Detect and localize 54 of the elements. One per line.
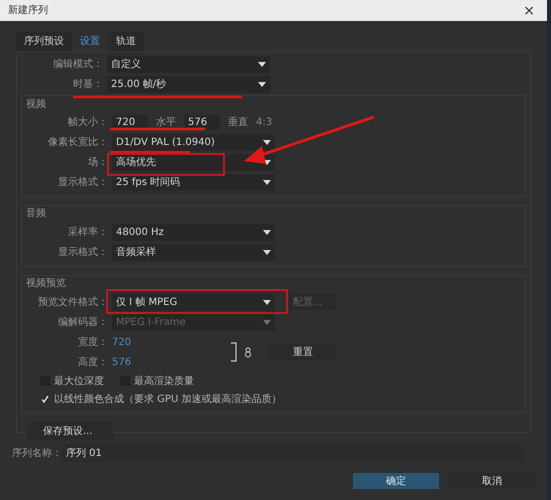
field-label: 水平 <box>155 116 177 130</box>
close-button[interactable]: × <box>523 4 535 18</box>
field-label: 场： <box>88 156 108 168</box>
field-label: 显示格式： <box>58 176 108 188</box>
tab[interactable]: 轨道 <box>108 31 144 51</box>
caret-icon <box>263 230 271 234</box>
bracket-icon <box>231 342 238 362</box>
dropdown[interactable]: 音频采样 <box>112 244 275 260</box>
field-label: 时基： <box>73 78 103 90</box>
dropdown[interactable]: 自定义 <box>107 56 270 72</box>
dropdown[interactable]: 仅 I 帧 MPEG <box>112 294 275 310</box>
dropdown[interactable]: 25.00 帧/秒 <box>107 76 270 92</box>
field-label: 序列名称： <box>12 446 62 460</box>
sequence-name-field[interactable]: 序列 01 <box>62 444 523 462</box>
field-label: 高度： <box>78 356 108 368</box>
caret-icon <box>263 140 271 144</box>
checkbox-label: 最大位深度 <box>54 374 104 388</box>
checkbox[interactable] <box>40 394 50 404</box>
caret-icon <box>258 62 266 66</box>
field-label: 编解码器： <box>58 316 108 328</box>
field-label: 预览文件格式： <box>38 296 108 308</box>
field-label: 宽度： <box>78 336 108 348</box>
width-value: 720 <box>112 114 148 130</box>
field-label: 显示格式： <box>58 246 108 258</box>
caret-icon <box>263 300 271 304</box>
section-title: 音频 <box>26 206 47 221</box>
field-label: 编辑模式： <box>53 58 103 70</box>
field-label: 像素长宽比： <box>48 136 108 148</box>
caret-icon <box>263 180 271 184</box>
caret-icon <box>263 320 271 324</box>
save-preset-button[interactable]: 保存预设... <box>27 422 113 440</box>
width-value: 720 <box>112 336 132 350</box>
check-icon <box>41 395 49 403</box>
height-value: 576 <box>184 114 220 130</box>
checkbox-label: 以线性颜色合成（要求 GPU 加速或最高渲染品质） <box>54 392 282 406</box>
checkbox-label: 最高渲染质量 <box>134 374 194 388</box>
reset-button[interactable]: 重置 <box>269 344 338 360</box>
caret-icon <box>263 250 271 254</box>
dropdown[interactable]: 48000 Hz <box>112 224 275 240</box>
dialog-button[interactable]: 取消 <box>449 473 535 489</box>
height-value: 576 <box>112 356 132 370</box>
caret-icon <box>258 82 266 86</box>
section-title: 视频预览 <box>26 276 67 291</box>
aspect-ratio: 4:3 <box>256 116 272 130</box>
dialog-button[interactable]: 确定 <box>353 473 439 489</box>
link-icon <box>245 346 252 358</box>
field-label: 垂直 <box>227 116 249 130</box>
field-label: 帧大小： <box>68 116 108 128</box>
dropdown[interactable]: D1/DV PAL (1.0940) <box>112 134 275 150</box>
tab[interactable]: 序列预设 <box>16 31 72 51</box>
section-title: 视频 <box>26 98 46 112</box>
window-title: 新建序列 <box>8 4 48 18</box>
field-label: 采样率： <box>68 226 108 238</box>
dropdown[interactable]: 25 fps 时间码 <box>112 174 275 190</box>
